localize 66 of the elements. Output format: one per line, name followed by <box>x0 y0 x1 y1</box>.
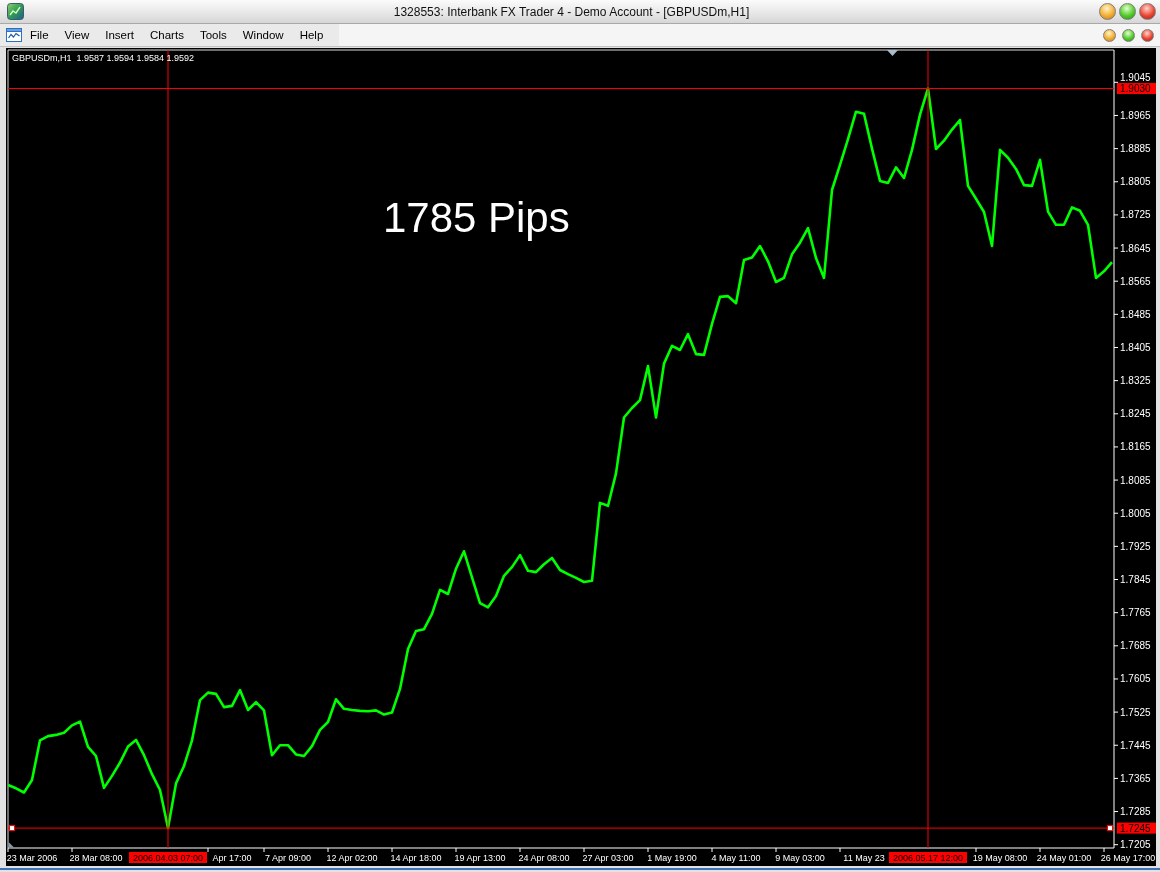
time-axis-label: 4 May 11:00 <box>711 852 761 863</box>
time-axis-label: Apr 17:00 <box>212 852 252 863</box>
price-axis-label: 1.8965 <box>1120 109 1151 121</box>
price-axis-label: 1.7845 <box>1120 574 1151 585</box>
price-axis-label: 1.7365 <box>1120 772 1151 784</box>
ref-line-label: 1.7245 <box>1120 822 1152 834</box>
price-axis-label: 1.7765 <box>1120 607 1151 619</box>
price-axis-label: 1.8485 <box>1120 308 1151 320</box>
price-axis-label: 1.7205 <box>1120 839 1151 851</box>
time-axis-label: 23 Mar 2006 <box>6 852 58 863</box>
maximize-button[interactable] <box>1122 28 1135 42</box>
price-axis-label: 1.7445 <box>1120 739 1151 751</box>
price-axis-label: 1.7525 <box>1120 706 1151 718</box>
ref-line-label: 1.9030 <box>1120 83 1152 95</box>
time-axis-label: 26 May 17:00 <box>1100 852 1156 863</box>
price-axis-label: 1.8725 <box>1120 209 1151 221</box>
price-axis-label: 1.8245 <box>1120 408 1151 420</box>
price-axis-label: 1.7925 <box>1120 540 1151 552</box>
corner-marker-icon <box>8 842 14 848</box>
menu-item[interactable]: Charts <box>142 24 192 46</box>
app-icon <box>7 3 24 20</box>
horizontal-line[interactable]: 1.9030 <box>7 83 1156 95</box>
menu-item[interactable]: View <box>56 24 98 46</box>
price-axis-label: 1.7285 <box>1120 806 1151 818</box>
close-button[interactable] <box>1139 3 1156 20</box>
shift-marker-icon[interactable] <box>887 50 898 56</box>
vertical-line[interactable]: 2006.05.17 12:00 <box>889 49 967 863</box>
price-axis-label: 1.8165 <box>1120 441 1151 453</box>
price-axis-label: 1.8565 <box>1120 275 1151 287</box>
price-axis-label: 1.7685 <box>1120 640 1151 652</box>
chart-window-icon[interactable] <box>6 27 22 43</box>
time-axis-label: 11 May 23 <box>843 852 885 863</box>
price-axis-label: 1.7605 <box>1120 673 1151 685</box>
window-title: 1328553: Interbank FX Trader 4 - Demo Account - [GBPUSDm,H1] <box>392 4 751 19</box>
time-axis-label: 19 May 08:00 <box>972 852 1028 863</box>
menu-item[interactable]: Help <box>291 24 332 46</box>
price-axis-label: 1.8805 <box>1120 176 1151 188</box>
selection-handle-icon[interactable] <box>1107 825 1113 832</box>
maximize-button[interactable] <box>1119 3 1136 20</box>
price-axis-label: 1.9045 <box>1120 71 1151 83</box>
time-axis-label: 28 Mar 08:00 <box>69 852 123 863</box>
annotation-text: 1785 Pips <box>382 193 570 241</box>
time-axis-label: 1 May 19:00 <box>647 852 697 863</box>
price-axis-label: 1.8405 <box>1120 342 1151 353</box>
menu-item[interactable]: File <box>22 24 57 46</box>
price-axis-label: 1.8005 <box>1120 507 1151 519</box>
time-axis-label: 7 Apr 09:00 <box>265 852 311 863</box>
menu-item[interactable]: Insert <box>97 24 142 46</box>
time-axis-label: 24 May 01:00 <box>1036 852 1092 863</box>
horizontal-line[interactable]: 1.7245 <box>7 822 1156 834</box>
selection-handle-icon[interactable] <box>9 825 15 832</box>
price-axis-label: 1.8885 <box>1120 143 1151 155</box>
close-button[interactable] <box>1141 28 1154 42</box>
price-axis-label: 1.8645 <box>1120 242 1151 254</box>
time-axis-label: 12 Apr 02:00 <box>326 852 378 863</box>
time-axis-label: 24 Apr 08:00 <box>518 852 570 863</box>
price-axis-label: 1.8085 <box>1120 474 1151 486</box>
time-axis-label: 14 Apr 18:00 <box>390 852 442 863</box>
price-axis-label: 1.8325 <box>1120 375 1151 387</box>
time-axis-label: 19 Apr 13:00 <box>454 852 506 863</box>
minimize-button[interactable] <box>1103 28 1116 42</box>
time-axis-label: 9 May 03:00 <box>775 852 825 863</box>
menu-item[interactable]: Tools <box>191 24 235 46</box>
menu-item[interactable]: Window <box>234 24 292 46</box>
minimize-button[interactable] <box>1099 3 1116 20</box>
time-axis-label: 27 Apr 03:00 <box>582 852 634 863</box>
